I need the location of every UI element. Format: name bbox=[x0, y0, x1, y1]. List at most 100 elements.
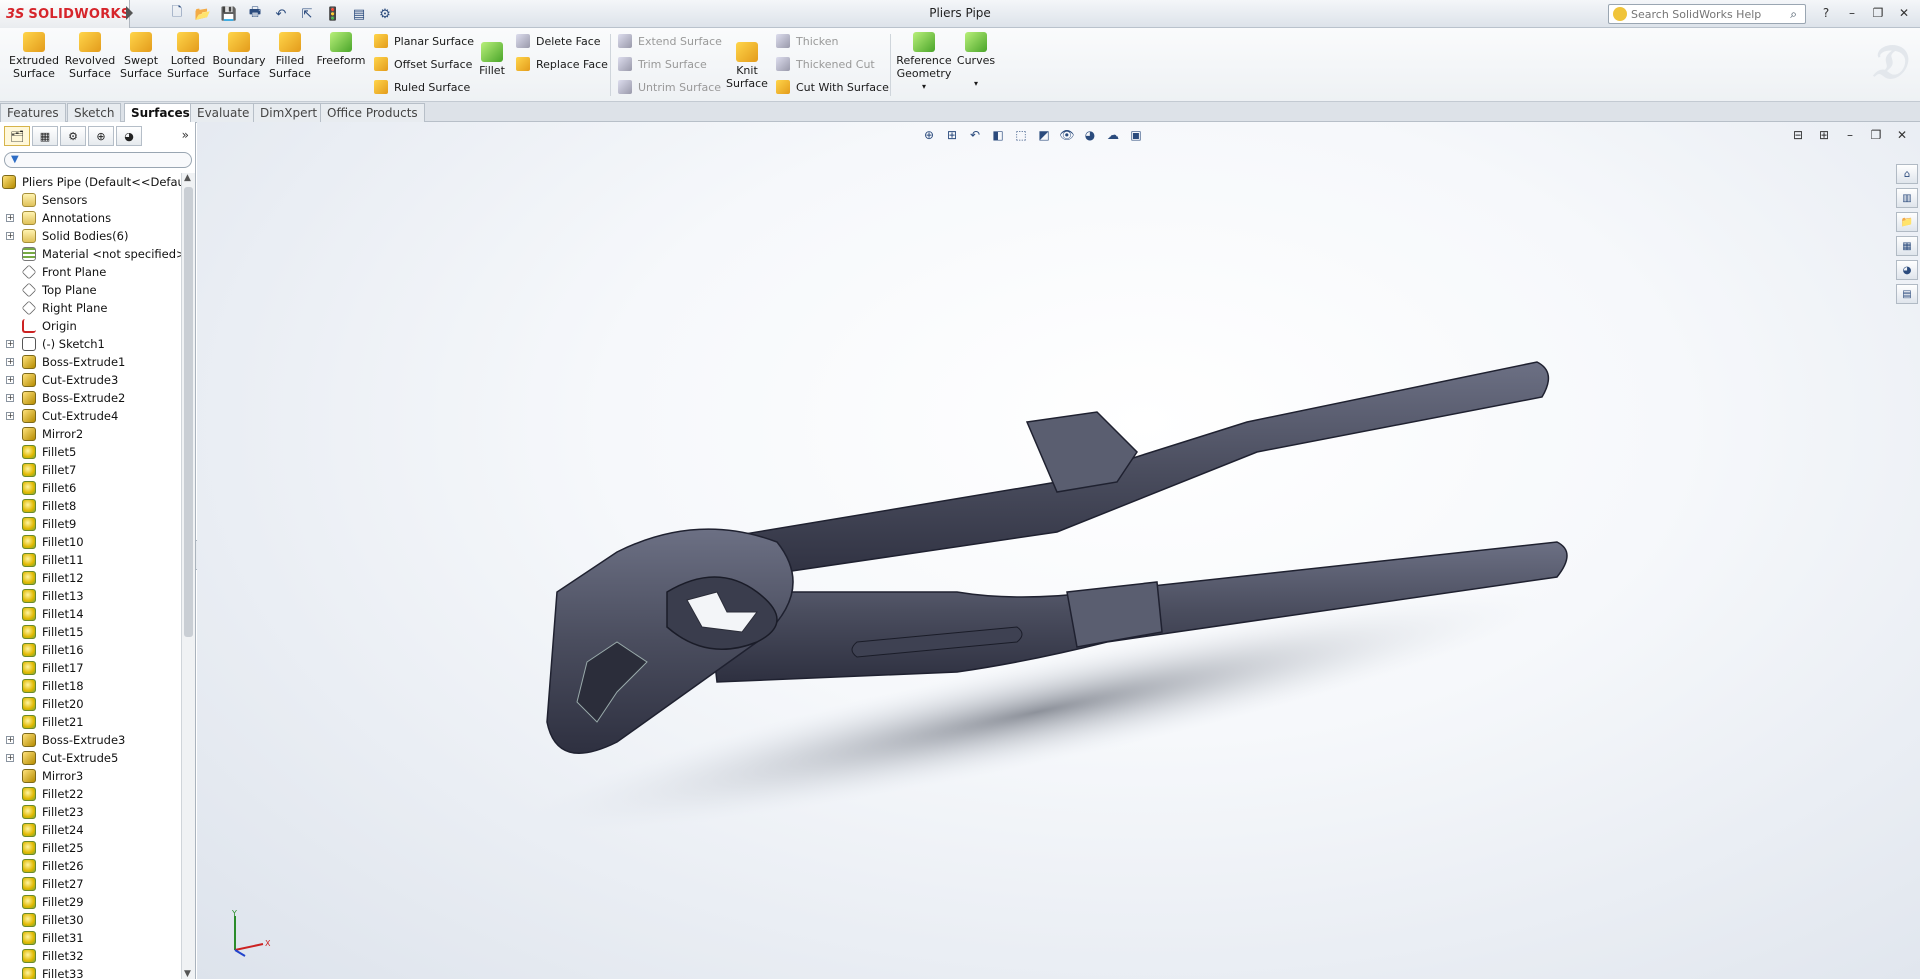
expand-toggle-icon[interactable]: + bbox=[6, 754, 14, 762]
solidworks-logo[interactable]: 3S SOLIDWORKS bbox=[0, 0, 130, 28]
expand-toggle-icon[interactable]: + bbox=[6, 376, 14, 384]
tab-evaluate[interactable]: Evaluate bbox=[190, 103, 257, 122]
tree-item[interactable]: + Annotations bbox=[0, 209, 182, 227]
tree-item[interactable]: Fillet13 bbox=[0, 587, 182, 605]
rebuild-icon[interactable]: 🚦 bbox=[321, 4, 345, 24]
tree-item[interactable]: Fillet16 bbox=[0, 641, 182, 659]
planar-surface-button[interactable]: Planar Surface bbox=[374, 34, 474, 48]
pliers-model-render[interactable] bbox=[197, 122, 1920, 979]
tree-item[interactable]: Fillet20 bbox=[0, 695, 182, 713]
tree-item[interactable]: + Cut-Extrude3 bbox=[0, 371, 182, 389]
filled-surface-button[interactable]: Filled Surface bbox=[268, 32, 312, 80]
tree-item[interactable]: Fillet18 bbox=[0, 677, 182, 695]
help-search-box[interactable]: ⌕ bbox=[1608, 4, 1806, 24]
reference-geometry-button[interactable]: Reference Geometry ▾ bbox=[896, 32, 952, 93]
scroll-thumb[interactable] bbox=[184, 187, 193, 637]
tree-item[interactable]: Fillet10 bbox=[0, 533, 182, 551]
expand-toggle-icon[interactable]: + bbox=[6, 412, 14, 420]
curves-button[interactable]: Curves ▾ bbox=[956, 32, 996, 90]
tree-item[interactable]: + (-) Sketch1 bbox=[0, 335, 182, 353]
extruded-surface-button[interactable]: Extruded Surface bbox=[8, 32, 60, 80]
tree-item[interactable]: Mirror3 bbox=[0, 767, 182, 785]
fillet-button[interactable]: Fillet bbox=[478, 42, 506, 77]
expand-toggle-icon[interactable]: + bbox=[6, 394, 14, 402]
tree-item[interactable]: Top Plane bbox=[0, 281, 182, 299]
tab-office-products[interactable]: Office Products bbox=[320, 103, 425, 122]
tab-dimxpert[interactable]: DimXpert bbox=[253, 103, 325, 122]
configuration-manager-tab-icon[interactable]: ⚙ bbox=[60, 126, 86, 146]
tree-item[interactable]: Fillet6 bbox=[0, 479, 182, 497]
untrim-surface-button[interactable]: Untrim Surface bbox=[618, 80, 721, 94]
tree-root-part[interactable]: Pliers Pipe (Default<<Default bbox=[0, 173, 182, 191]
offset-surface-button[interactable]: Offset Surface bbox=[374, 57, 472, 71]
tree-item[interactable]: Fillet27 bbox=[0, 875, 182, 893]
curves-dropdown-icon[interactable]: ▾ bbox=[956, 77, 996, 90]
tab-features[interactable]: Features bbox=[0, 103, 66, 122]
tree-item[interactable]: Fillet5 bbox=[0, 443, 182, 461]
knit-surface-button[interactable]: Knit Surface bbox=[726, 42, 768, 90]
tree-item[interactable]: Fillet21 bbox=[0, 713, 182, 731]
tree-scrollbar[interactable]: ▲ ▼ bbox=[181, 173, 195, 979]
restore-icon[interactable]: ❐ bbox=[1868, 4, 1888, 22]
reference-geometry-dropdown-icon[interactable]: ▾ bbox=[896, 80, 952, 93]
help-search-input[interactable] bbox=[1631, 7, 1781, 21]
swept-surface-button[interactable]: Swept Surface bbox=[120, 32, 162, 80]
print-icon[interactable]: 🖶 bbox=[243, 4, 267, 24]
tree-item[interactable]: Fillet31 bbox=[0, 929, 182, 947]
solidworks-resources-icon[interactable]: ⌂ bbox=[1896, 164, 1918, 184]
tree-item[interactable]: Fillet30 bbox=[0, 911, 182, 929]
lofted-surface-button[interactable]: Lofted Surface bbox=[166, 32, 210, 80]
replace-face-button[interactable]: Replace Face bbox=[516, 57, 608, 71]
tree-item[interactable]: + Boss-Extrude3 bbox=[0, 731, 182, 749]
minimize-icon[interactable]: – bbox=[1842, 4, 1862, 22]
scroll-down-icon[interactable]: ▼ bbox=[184, 969, 191, 979]
open-folder-icon[interactable]: 📂 bbox=[191, 4, 215, 24]
appearances-scenes-icon[interactable]: ◕ bbox=[1896, 260, 1918, 280]
thicken-button[interactable]: Thicken bbox=[776, 34, 839, 48]
panel-expand-icon[interactable]: » bbox=[182, 128, 189, 142]
file-explorer-icon[interactable]: 📁 bbox=[1896, 212, 1918, 232]
tree-item[interactable]: Fillet29 bbox=[0, 893, 182, 911]
tree-item[interactable]: Fillet33 bbox=[0, 965, 182, 979]
file-properties-icon[interactable]: ▤ bbox=[347, 4, 371, 24]
view-palette-icon[interactable]: ▦ bbox=[1896, 236, 1918, 256]
revolved-surface-button[interactable]: Revolved Surface bbox=[64, 32, 116, 80]
tree-item[interactable]: Fillet25 bbox=[0, 839, 182, 857]
tree-item[interactable]: Fillet23 bbox=[0, 803, 182, 821]
tree-item[interactable]: Fillet24 bbox=[0, 821, 182, 839]
tree-item[interactable]: + Solid Bodies(6) bbox=[0, 227, 182, 245]
tree-item[interactable]: Fillet26 bbox=[0, 857, 182, 875]
tab-surfaces[interactable]: Surfaces bbox=[124, 103, 197, 123]
tree-item[interactable]: Sensors bbox=[0, 191, 182, 209]
tree-item[interactable]: Fillet32 bbox=[0, 947, 182, 965]
expand-toggle-icon[interactable]: + bbox=[6, 340, 14, 348]
save-icon[interactable]: 💾 bbox=[217, 4, 241, 24]
tree-item[interactable]: Material <not specified> bbox=[0, 245, 182, 263]
new-document-icon[interactable]: 🗋 bbox=[165, 4, 189, 24]
tab-sketch[interactable]: Sketch bbox=[67, 103, 122, 122]
dimxpert-manager-tab-icon[interactable]: ⊕ bbox=[88, 126, 114, 146]
tree-item[interactable]: Fillet15 bbox=[0, 623, 182, 641]
tree-item[interactable]: Front Plane bbox=[0, 263, 182, 281]
tree-item[interactable]: + Cut-Extrude5 bbox=[0, 749, 182, 767]
tree-item[interactable]: Origin bbox=[0, 317, 182, 335]
menu-flyout-arrow-icon[interactable] bbox=[126, 6, 133, 20]
undo-icon[interactable]: ↶ bbox=[269, 4, 293, 24]
tree-item[interactable]: + Cut-Extrude4 bbox=[0, 407, 182, 425]
tree-item[interactable]: Fillet7 bbox=[0, 461, 182, 479]
close-icon[interactable]: ✕ bbox=[1894, 4, 1914, 22]
search-icon[interactable]: ⌕ bbox=[1790, 7, 1797, 22]
expand-toggle-icon[interactable]: + bbox=[6, 232, 14, 240]
property-manager-tab-icon[interactable]: ▦ bbox=[32, 126, 58, 146]
help-question-icon[interactable]: ? bbox=[1816, 4, 1836, 22]
tree-item[interactable]: Fillet11 bbox=[0, 551, 182, 569]
tree-item[interactable]: Fillet17 bbox=[0, 659, 182, 677]
tree-item[interactable]: + Boss-Extrude1 bbox=[0, 353, 182, 371]
ruled-surface-button[interactable]: Ruled Surface bbox=[374, 80, 470, 94]
boundary-surface-button[interactable]: Boundary Surface bbox=[212, 32, 266, 80]
options-icon[interactable]: ⚙ bbox=[373, 4, 397, 24]
design-library-icon[interactable]: ▥ bbox=[1896, 188, 1918, 208]
graphics-viewport[interactable]: ⊕ ⊞ ↶ ◧ ⬚ ◩ 👁 ◕ ☁ ▣ ⊟ ⊞ – ❐ ✕ ⌂ ▥ 📁 ▦ ◕ … bbox=[197, 122, 1920, 979]
tree-item[interactable]: Fillet9 bbox=[0, 515, 182, 533]
tree-filter-input[interactable]: ▼ bbox=[4, 152, 192, 168]
